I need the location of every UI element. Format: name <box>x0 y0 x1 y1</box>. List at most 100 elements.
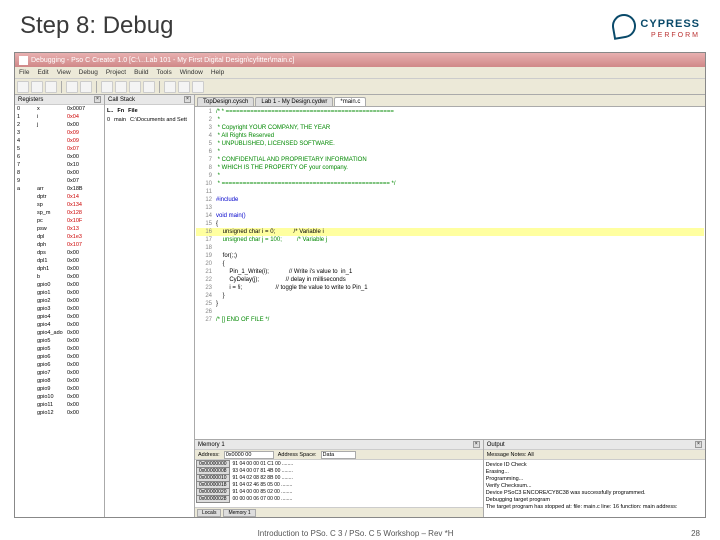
register-row[interactable]: 0x0x0007 <box>15 105 104 113</box>
register-row[interactable]: gpio70x00 <box>15 369 104 377</box>
menubar: File Edit View Debug Project Build Tools… <box>15 67 705 79</box>
output-filter[interactable]: Message Notes: All <box>487 452 534 458</box>
menu-file[interactable]: File <box>19 69 29 76</box>
tab-cydwr[interactable]: Lab 1 - My Design.cydwr <box>255 97 333 106</box>
register-row[interactable]: dpl0x1e3 <box>15 233 104 241</box>
output-panel: Output × Message Notes: All Device ID Ch… <box>484 440 705 517</box>
callstack-row[interactable]: 0 main C:\Documents and Sett <box>107 116 192 125</box>
window-title: Debugging - Pso C Creator 1.0 [C:\...Lab… <box>31 57 294 64</box>
memory-scope-select[interactable] <box>321 451 356 459</box>
col-file[interactable]: File <box>128 107 137 116</box>
register-row[interactable]: gpio60x00 <box>15 353 104 361</box>
register-row[interactable]: gpio100x00 <box>15 393 104 401</box>
tab-topdesign[interactable]: TopDesign.cysch <box>197 97 254 106</box>
output-title: Output <box>487 442 505 448</box>
memory-row: 0x0000001091 04 02 08 82 8B 00 ........ <box>196 475 482 482</box>
memory-row: 0x0000002800 00 00 06 07 00 00 ........ <box>196 496 482 503</box>
register-row[interactable]: gpio00x00 <box>15 281 104 289</box>
register-row[interactable]: 70x10 <box>15 161 104 169</box>
register-row[interactable]: gpio40x00 <box>15 321 104 329</box>
callstack-panel: Call Stack × L.. Fn File 0 main C:\Docum… <box>105 95 195 517</box>
register-row[interactable]: 40x09 <box>15 137 104 145</box>
register-row[interactable]: gpio110x00 <box>15 401 104 409</box>
toolbar-button[interactable] <box>31 81 43 93</box>
register-row[interactable]: sp0x134 <box>15 201 104 209</box>
register-row[interactable]: 60x00 <box>15 153 104 161</box>
register-row[interactable]: gpio120x00 <box>15 409 104 417</box>
toolbar-button[interactable] <box>101 81 113 93</box>
toolbar-separator <box>159 81 160 93</box>
tab-locals[interactable]: Locals <box>197 509 221 517</box>
register-row[interactable]: dptr0x14 <box>15 193 104 201</box>
menu-edit[interactable]: Edit <box>37 69 48 76</box>
close-icon[interactable]: × <box>94 96 101 103</box>
toolbar-button[interactable] <box>80 81 92 93</box>
toolbar-separator <box>96 81 97 93</box>
toolbar-button[interactable] <box>143 81 155 93</box>
memory-address-input[interactable] <box>224 451 274 459</box>
register-row[interactable]: gpio4_ado0x00 <box>15 329 104 337</box>
register-row[interactable]: dpl10x00 <box>15 257 104 265</box>
tab-main-c[interactable]: *main.c <box>334 97 366 106</box>
toolbar-button[interactable] <box>45 81 57 93</box>
menu-project[interactable]: Project <box>106 69 126 76</box>
register-row[interactable]: aarr0x18B <box>15 185 104 193</box>
toolbar-button[interactable] <box>164 81 176 93</box>
register-row[interactable]: gpio30x00 <box>15 305 104 313</box>
menu-window[interactable]: Window <box>180 69 203 76</box>
close-icon[interactable]: × <box>695 441 702 448</box>
memory-title: Memory 1 <box>198 442 225 448</box>
register-row[interactable]: 90x07 <box>15 177 104 185</box>
app-icon <box>19 56 28 65</box>
register-row[interactable]: gpio50x00 <box>15 337 104 345</box>
toolbar-button[interactable] <box>66 81 78 93</box>
logo: CYPRESS PERFORM <box>612 14 700 39</box>
register-row[interactable]: b0x00 <box>15 273 104 281</box>
close-icon[interactable]: × <box>184 96 191 103</box>
register-row[interactable]: dph0x107 <box>15 241 104 249</box>
register-row[interactable]: dps0x00 <box>15 249 104 257</box>
register-row[interactable]: gpio20x00 <box>15 297 104 305</box>
footer-text: Introduction to PSo. C 3 / PSo. C 5 Work… <box>258 529 454 538</box>
code-editor[interactable]: 1/* * ==================================… <box>195 107 705 439</box>
editor-area: TopDesign.cysch Lab 1 - My Design.cydwr … <box>195 95 705 517</box>
ide-window: Debugging - Pso C Creator 1.0 [C:\...Lab… <box>14 52 706 518</box>
close-icon[interactable]: × <box>473 441 480 448</box>
logo-tagline: PERFORM <box>640 32 700 39</box>
toolbar-button[interactable] <box>115 81 127 93</box>
menu-build[interactable]: Build <box>134 69 148 76</box>
col-fn[interactable]: Fn <box>117 107 124 116</box>
register-row[interactable]: 80x00 <box>15 169 104 177</box>
register-row[interactable]: 30x09 <box>15 129 104 137</box>
menu-help[interactable]: Help <box>211 69 224 76</box>
register-row[interactable]: 1i0x04 <box>15 113 104 121</box>
register-row[interactable]: 2j0x00 <box>15 121 104 129</box>
register-row[interactable]: gpio40x00 <box>15 313 104 321</box>
toolbar-button[interactable] <box>129 81 141 93</box>
output-text[interactable]: Device ID CheckErasing...Programming...V… <box>484 460 705 517</box>
register-row[interactable]: 50x07 <box>15 145 104 153</box>
register-row[interactable]: gpio10x00 <box>15 289 104 297</box>
memory-panel: Memory 1 × Address: Address Space: 0x000… <box>195 440 484 517</box>
register-row[interactable]: psw0x13 <box>15 225 104 233</box>
titlebar[interactable]: Debugging - Pso C Creator 1.0 [C:\...Lab… <box>15 53 705 67</box>
register-row[interactable]: gpio90x00 <box>15 385 104 393</box>
memory-view[interactable]: 0x0000000091 04 00 00 01 C1 00 ........0… <box>195 460 483 507</box>
toolbar-button[interactable] <box>17 81 29 93</box>
tab-memory1[interactable]: Memory 1 <box>223 509 255 517</box>
register-row[interactable]: gpio60x00 <box>15 361 104 369</box>
col-level[interactable]: L.. <box>107 107 113 116</box>
register-row[interactable]: gpio80x00 <box>15 377 104 385</box>
editor-tabs: TopDesign.cysch Lab 1 - My Design.cydwr … <box>195 95 705 107</box>
slide-title: Step 8: Debug <box>20 12 173 40</box>
menu-debug[interactable]: Debug <box>79 69 98 76</box>
register-row[interactable]: pc0x10F <box>15 217 104 225</box>
callstack-title: Call Stack <box>108 97 135 103</box>
register-row[interactable]: sp_m0x128 <box>15 209 104 217</box>
register-row[interactable]: gpio50x00 <box>15 345 104 353</box>
register-row[interactable]: dph10x00 <box>15 265 104 273</box>
menu-tools[interactable]: Tools <box>157 69 172 76</box>
toolbar-button[interactable] <box>178 81 190 93</box>
menu-view[interactable]: View <box>57 69 71 76</box>
toolbar-button[interactable] <box>192 81 204 93</box>
